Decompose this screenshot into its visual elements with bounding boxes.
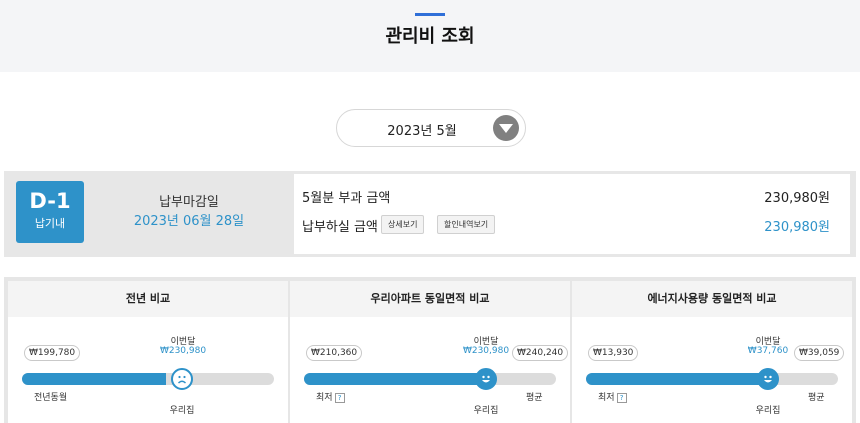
billed-amount-label: 5월분 부과 금액 bbox=[302, 191, 391, 206]
due-date-label: 납부마감일 bbox=[159, 195, 219, 210]
comparison-panel-energy: 에너지사용량 동일면적 비교 ₩13,930 이번달 ₩37,760 ₩39,0… bbox=[572, 281, 852, 423]
min-label-text: 최저 bbox=[598, 393, 615, 403]
min-value-bubble: ₩210,360 bbox=[306, 345, 363, 361]
help-icon[interactable]: ? bbox=[334, 392, 345, 403]
min-value-bubble: ₩13,930 bbox=[588, 345, 639, 361]
comparison-bar-fill bbox=[586, 373, 768, 385]
chevron-down-icon[interactable] bbox=[493, 115, 519, 141]
our-home-label: 우리집 bbox=[169, 406, 195, 416]
dday-badge: D-1 납기내 bbox=[16, 181, 84, 243]
previous-year-value-bubble: ₩199,780 bbox=[24, 345, 81, 361]
billed-amount-value: 230,980원 bbox=[764, 191, 830, 206]
panel-title: 우리아파트 동일면적 비교 bbox=[290, 281, 570, 317]
previous-year-label: 전년동월 bbox=[34, 393, 68, 403]
comparison-bar-fill bbox=[304, 373, 486, 385]
panel-title: 전년 비교 bbox=[8, 281, 288, 317]
help-icon[interactable]: ? bbox=[616, 392, 627, 403]
average-value-bubble: ₩240,240 bbox=[512, 345, 569, 361]
header-accent-bar bbox=[415, 13, 445, 16]
payable-amount-label: 납부하실 금액 bbox=[302, 220, 378, 235]
page-title: 관리비 조회 bbox=[385, 26, 475, 47]
payment-amounts: 5월분 부과 금액 230,980원 납부하실 금액 상세보기 할인내역보기 2… bbox=[294, 174, 850, 254]
our-home-label: 우리집 bbox=[473, 406, 499, 416]
min-label-text: 최저 bbox=[316, 393, 333, 403]
comparison-bar bbox=[304, 373, 556, 385]
detail-button[interactable]: 상세보기 bbox=[381, 215, 425, 234]
current-month-value: ₩230,980 bbox=[159, 346, 207, 356]
due-date-value: 2023년 06월 28일 bbox=[133, 214, 245, 229]
comparison-panel-apartment: 우리아파트 동일면적 비교 ₩210,360 이번달 ₩230,980 ₩240… bbox=[290, 281, 570, 423]
month-select-value: 2023년 5월 bbox=[387, 124, 457, 139]
min-label: 최저? bbox=[598, 390, 627, 403]
average-label: 평균 bbox=[526, 393, 543, 403]
comparison-section: 전년 비교 ₩199,780 이번달 ₩230,980 전년동월 우리집 우리아… bbox=[4, 277, 856, 423]
payment-summary: D-1 납기내 납부마감일 2023년 06월 28일 5월분 부과 금액 23… bbox=[4, 171, 856, 257]
panel-title: 에너지사용량 동일면적 비교 bbox=[572, 281, 852, 317]
payable-amount-value: 230,980원 bbox=[764, 220, 830, 235]
comparison-bar bbox=[22, 373, 274, 385]
dday-status: 납기내 bbox=[34, 217, 66, 230]
comparison-panel-previous-year: 전년 비교 ₩199,780 이번달 ₩230,980 전년동월 우리집 bbox=[8, 281, 288, 423]
dday-count: D-1 bbox=[29, 189, 71, 213]
happy-face-icon bbox=[475, 368, 497, 390]
average-label: 평균 bbox=[808, 393, 825, 403]
sad-face-icon bbox=[171, 368, 193, 390]
comparison-bar bbox=[586, 373, 838, 385]
comparison-bar-fill bbox=[22, 373, 166, 385]
average-value-bubble: ₩39,059 bbox=[794, 345, 845, 361]
min-label: 최저? bbox=[316, 390, 345, 403]
our-home-label: 우리집 bbox=[755, 406, 781, 416]
page-header: 관리비 조회 bbox=[0, 0, 860, 72]
discount-detail-button[interactable]: 할인내역보기 bbox=[437, 215, 496, 234]
happy-face-icon bbox=[757, 368, 779, 390]
month-select[interactable]: 2023년 5월 bbox=[336, 109, 526, 147]
